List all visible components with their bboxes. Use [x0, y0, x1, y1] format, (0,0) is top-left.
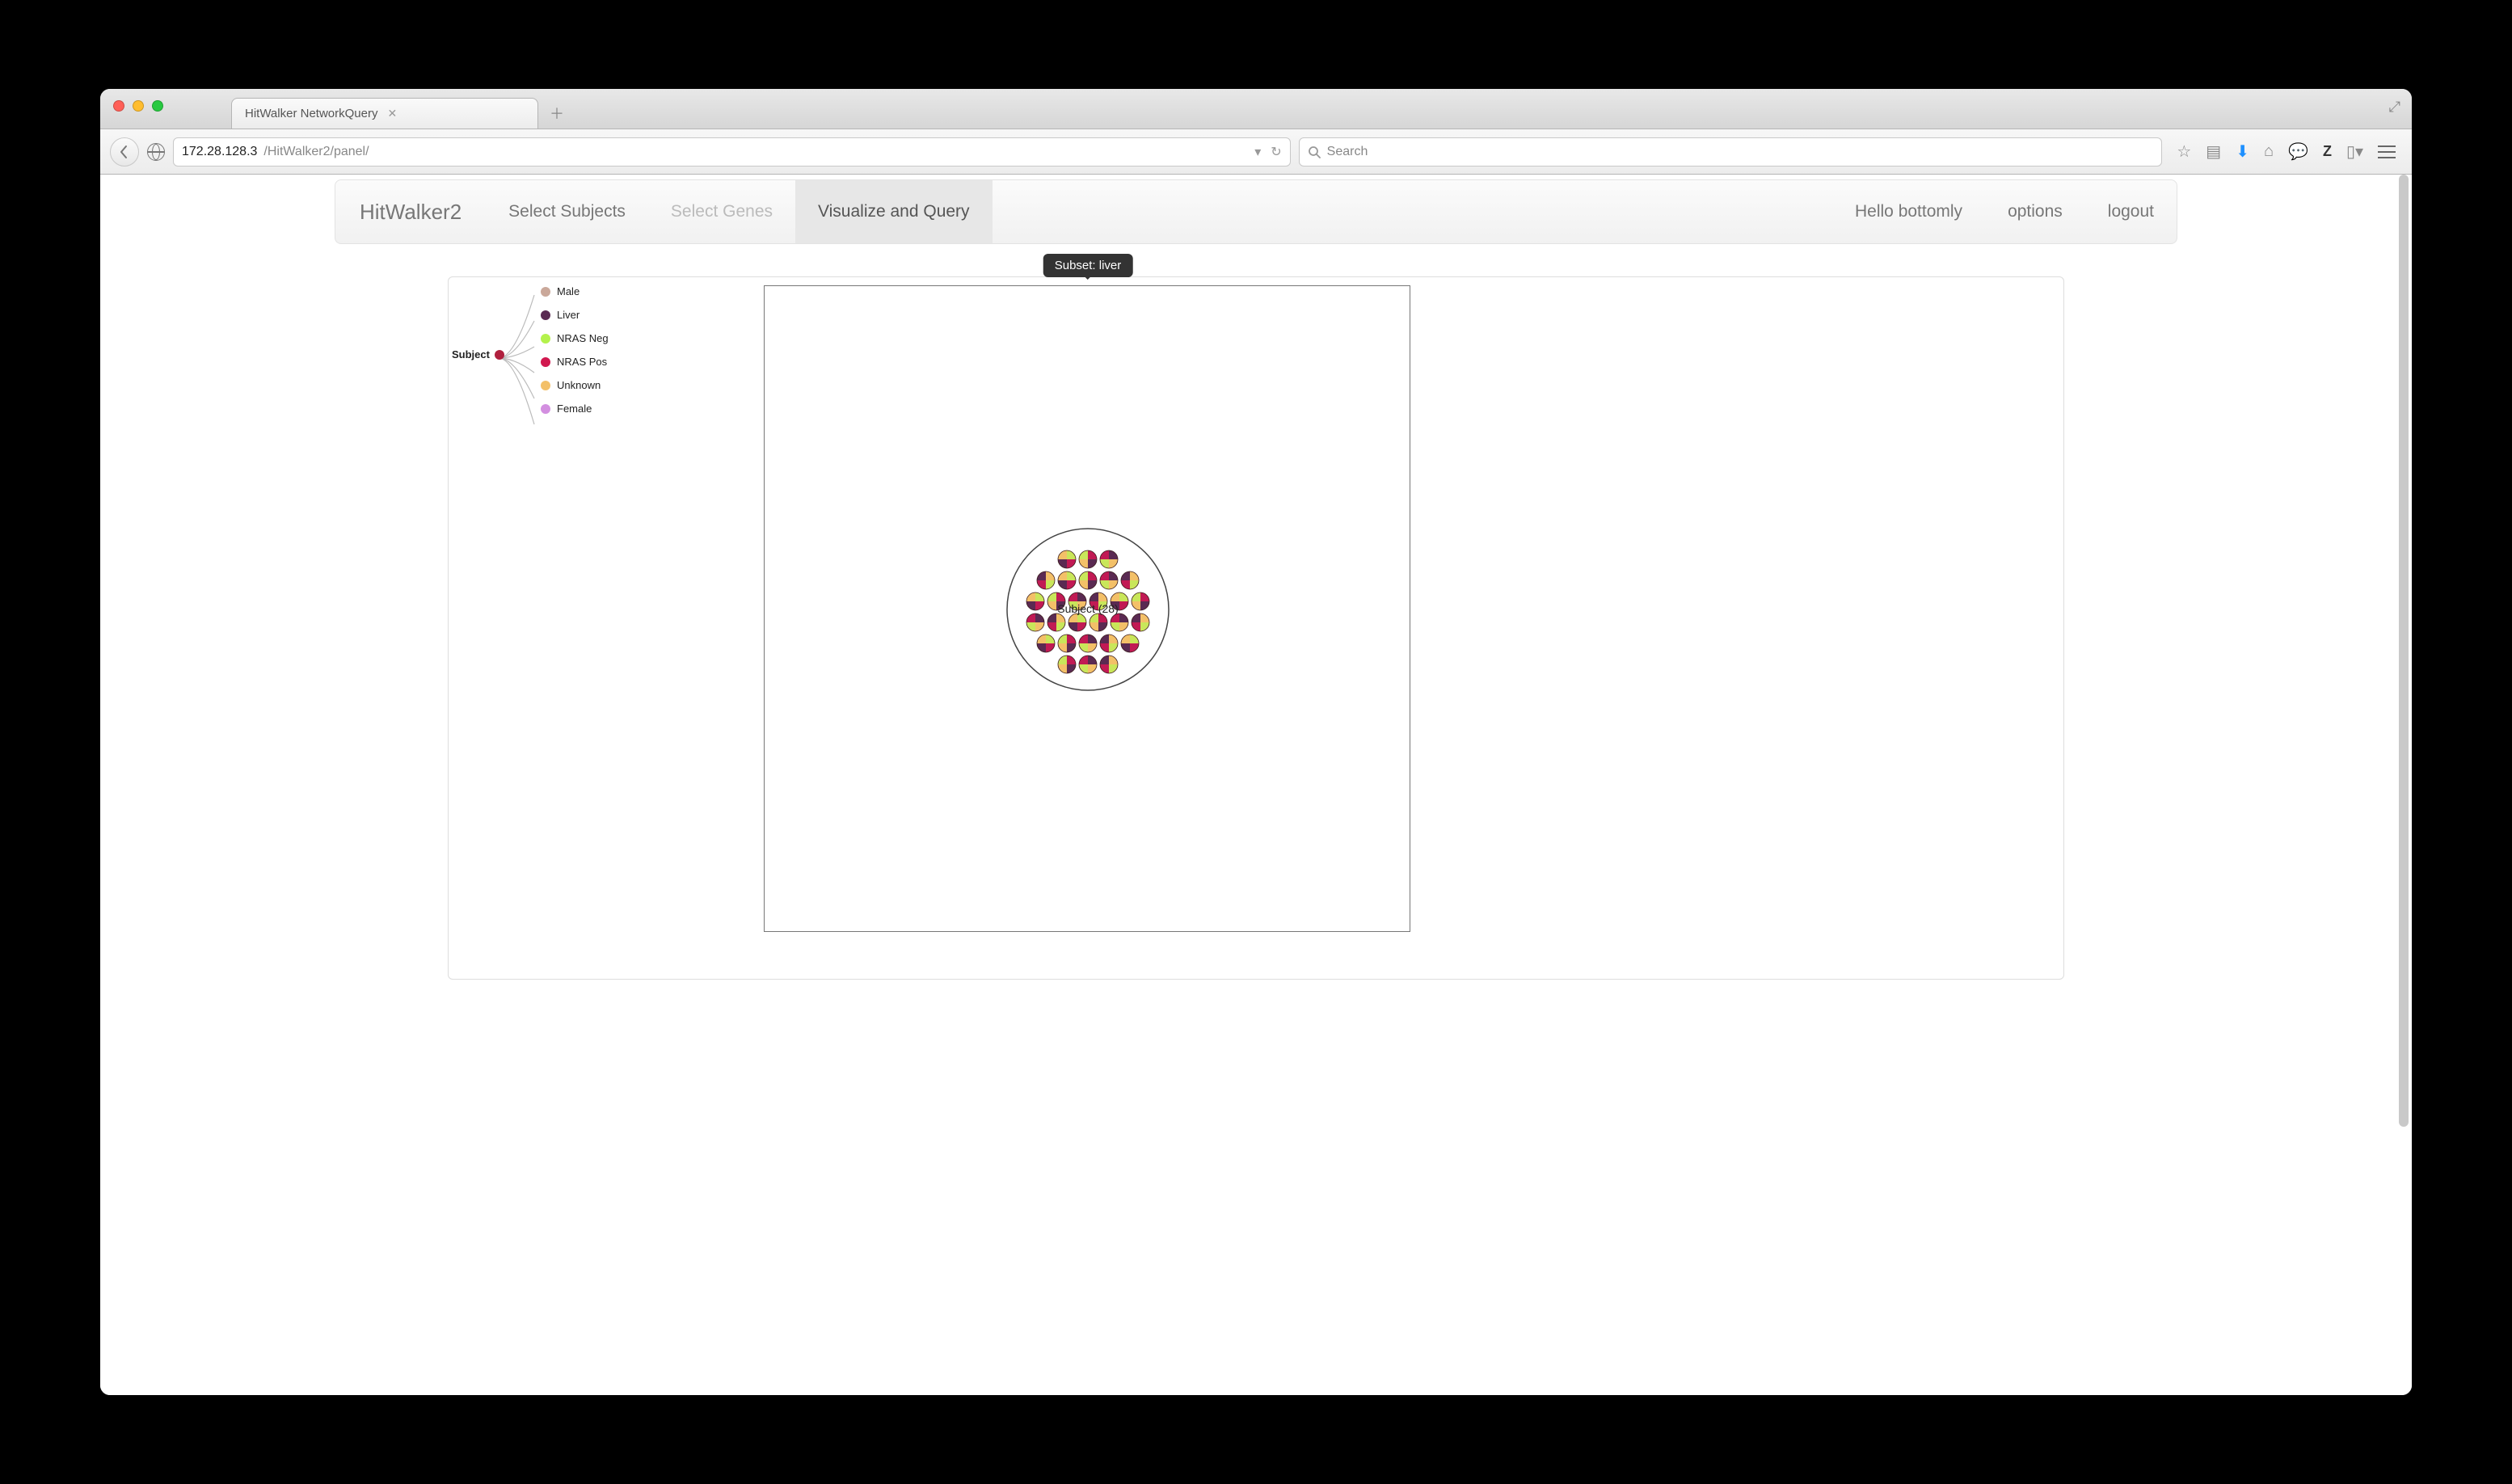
reload-icon[interactable]: ↻ [1271, 144, 1281, 160]
minimize-window-button[interactable] [133, 100, 144, 112]
chevron-left-icon [117, 145, 132, 159]
legend-item-male[interactable]: Male [541, 285, 727, 297]
legend-item-liver[interactable]: Liver [541, 309, 727, 321]
page-content: HitWalker2 Select Subjects Select Genes … [100, 175, 2412, 1395]
legend-label: Female [557, 403, 592, 415]
search-placeholder: Search [1327, 145, 1368, 159]
scrollbar-thumb[interactable] [2399, 175, 2409, 1127]
fullscreen-icon[interactable]: ⤢ [2389, 99, 2400, 116]
dropdown-icon[interactable]: ▾ [1254, 144, 1261, 160]
legend-label: NRAS Neg [557, 332, 609, 344]
app-brand[interactable]: HitWalker2 [335, 200, 486, 225]
window-controls [113, 100, 163, 112]
reader-icon[interactable]: ▤ [2206, 141, 2221, 162]
search-bar[interactable]: Search [1299, 137, 2163, 167]
nav-greeting: Hello bottomly [1832, 202, 1985, 221]
tab-close-icon[interactable]: ✕ [387, 107, 397, 120]
close-window-button[interactable] [113, 100, 124, 112]
legend-item-nras-neg[interactable]: NRAS Neg [541, 332, 727, 344]
bookmark-star-icon[interactable]: ☆ [2177, 141, 2191, 162]
new-tab-button[interactable]: ＋ [543, 101, 571, 125]
nav-visualize-query[interactable]: Visualize and Query [795, 180, 993, 243]
subset-tooltip: Subset: liver [1043, 254, 1133, 277]
legend-root-dot [495, 350, 504, 360]
nav-logout[interactable]: logout [2085, 202, 2177, 221]
address-bar[interactable]: 172.28.128.3/HitWalker2/panel/ ▾ ↻ [173, 137, 1291, 167]
legend-label: Unknown [557, 379, 601, 391]
url-path: /HitWalker2/panel/ [263, 145, 369, 159]
toolbar-icons: ☆ ▤ ⬇ ⌂ 💬 Z ▯▾ [2170, 141, 2402, 162]
visualization-panel[interactable]: Subset: liver Subject (28) [764, 285, 1410, 932]
titlebar: HitWalker NetworkQuery ✕ ＋ ⤢ [100, 89, 2412, 129]
page-icon[interactable]: ▯▾ [2346, 141, 2363, 162]
legend-item-nras-pos[interactable]: NRAS Pos [541, 356, 727, 368]
back-button[interactable] [110, 137, 139, 167]
subject-cluster[interactable]: Subject (28) [765, 286, 1411, 933]
browser-window: HitWalker NetworkQuery ✕ ＋ ⤢ 172.28.128.… [100, 89, 2412, 1395]
cluster-label: Subject (28) [1057, 602, 1118, 615]
legend-branches [499, 289, 547, 434]
nav-select-subjects[interactable]: Select Subjects [486, 180, 648, 243]
globe-icon [147, 143, 165, 161]
legend: Subject Male Liver NRAS Neg NRAS Pos Unk… [452, 285, 727, 447]
legend-label: NRAS Pos [557, 356, 607, 368]
main-panel: Subject Male Liver NRAS Neg NRAS Pos Unk… [448, 276, 2064, 980]
chat-icon[interactable]: 💬 [2288, 141, 2308, 162]
legend-item-female[interactable]: Female [541, 403, 727, 415]
legend-root[interactable]: Subject [452, 348, 504, 360]
legend-root-label: Subject [452, 348, 490, 360]
home-icon[interactable]: ⌂ [2264, 142, 2274, 161]
url-host: 172.28.128.3 [182, 145, 257, 159]
legend-label: Male [557, 285, 580, 297]
zotero-icon[interactable]: Z [2323, 143, 2332, 160]
search-icon [1308, 145, 1321, 158]
downloads-icon[interactable]: ⬇ [2236, 141, 2249, 162]
legend-label: Liver [557, 309, 580, 321]
nav-options[interactable]: options [1985, 202, 2085, 221]
browser-tab[interactable]: HitWalker NetworkQuery ✕ [231, 98, 538, 129]
nav-select-genes: Select Genes [648, 180, 795, 243]
page-scrollbar[interactable] [2397, 175, 2410, 1395]
tab-title: HitWalker NetworkQuery [245, 107, 377, 120]
menu-icon[interactable] [2378, 145, 2396, 158]
url-toolbar: 172.28.128.3/HitWalker2/panel/ ▾ ↻ Searc… [100, 129, 2412, 175]
legend-item-unknown[interactable]: Unknown [541, 379, 727, 391]
zoom-window-button[interactable] [152, 100, 163, 112]
app-navbar: HitWalker2 Select Subjects Select Genes … [335, 179, 2177, 244]
